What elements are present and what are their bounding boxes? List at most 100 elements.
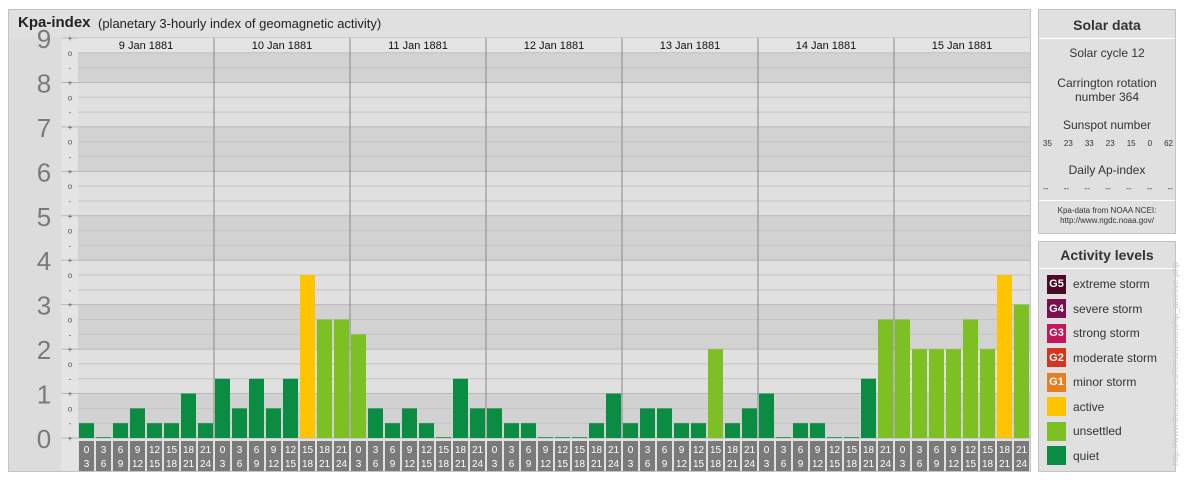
sunspot-value: 62	[1164, 139, 1173, 148]
solar-divider	[1039, 200, 1175, 201]
y-minor-label: +	[68, 434, 73, 443]
solar-data-panel: Solar data Solar cycle 12 Carrington rot…	[1038, 9, 1176, 234]
interval-start-label: 21	[1016, 445, 1028, 456]
interval-start-label: 18	[863, 445, 875, 456]
kp-bar	[368, 408, 383, 438]
kp-bar	[572, 437, 587, 438]
kp-bar	[878, 319, 893, 438]
interval-start-label: 3	[373, 445, 379, 456]
interval-end-label: 12	[540, 459, 552, 470]
day-label: 15 Jan 1881	[932, 40, 993, 52]
y-minor-label: +	[68, 256, 73, 265]
kp-bar	[232, 408, 247, 438]
kp-bar	[861, 378, 876, 438]
interval-end-label: 15	[965, 459, 977, 470]
interval-start-label: 0	[356, 445, 362, 456]
interval-end-label: 9	[662, 459, 668, 470]
y-minor-label: +	[68, 123, 73, 132]
interval-start-label: 3	[509, 445, 515, 456]
interval-end-label: 18	[574, 459, 586, 470]
interval-end-label: 21	[863, 459, 875, 470]
kp-bar	[198, 423, 213, 438]
activity-level-item: G4 severe storm	[1047, 299, 1143, 318]
interval-start-label: 3	[781, 445, 787, 456]
kp-bar	[402, 408, 417, 438]
interval-start-label: 12	[693, 445, 705, 456]
interval-start-label: 6	[934, 445, 940, 456]
y-tick-label: 5	[37, 202, 51, 232]
level-swatch: G5	[1047, 274, 1066, 294]
interval-start-label: 21	[200, 445, 212, 456]
interval-end-label: 12	[676, 459, 688, 470]
interval-start-label: 9	[407, 445, 413, 456]
interval-start-label: 21	[472, 445, 484, 456]
interval-start-label: 12	[149, 445, 161, 456]
interval-end-label: 24	[1016, 459, 1028, 470]
kp-bar	[300, 275, 315, 438]
kp-bar	[181, 393, 196, 438]
kp-bar	[776, 437, 791, 438]
interval-start-label: 0	[900, 445, 906, 456]
kp-bar	[759, 393, 774, 438]
interval-start-label: 21	[336, 445, 348, 456]
kp-bar	[1014, 304, 1029, 438]
level-label: active	[1073, 399, 1105, 414]
interval-end-label: 24	[200, 459, 212, 470]
y-minor-label: -	[69, 108, 72, 117]
interval-end-label: 3	[492, 459, 498, 470]
level-label: extreme storm	[1073, 277, 1150, 291]
kp-band	[78, 126, 1030, 172]
y-tick-label: 3	[37, 291, 51, 321]
kp-bar	[521, 423, 536, 438]
interval-end-label: 3	[900, 459, 906, 470]
y-minor-label: -	[69, 375, 72, 384]
interval-end-label: 6	[509, 459, 515, 470]
level-swatch: G4	[1047, 299, 1066, 318]
interval-end-label: 12	[948, 459, 960, 470]
kp-bar	[555, 437, 570, 438]
activity-levels-panel: Activity levels G5 extreme storm G4 severe …	[1038, 241, 1176, 472]
level-swatch	[1047, 397, 1066, 416]
y-minor-label: o	[68, 49, 73, 58]
interval-start-label: 3	[917, 445, 923, 456]
y-minor-label: +	[68, 78, 73, 87]
ap-index-values: -- -- -- -- -- -- --	[1043, 184, 1173, 193]
interval-end-label: 21	[319, 459, 331, 470]
kp-bar	[283, 378, 298, 438]
interval-start-label: 18	[999, 445, 1011, 456]
interval-start-label: 3	[101, 445, 107, 456]
level-swatch	[1047, 446, 1066, 465]
kp-bar	[96, 437, 111, 438]
interval-end-label: 9	[526, 459, 532, 470]
interval-start-label: 0	[220, 445, 226, 456]
kp-bar	[691, 423, 706, 438]
day-label: 11 Jan 1881	[388, 40, 448, 52]
y-minor-label: -	[69, 330, 72, 339]
ap-value: --	[1063, 184, 1070, 193]
ap-value: --	[1043, 184, 1049, 193]
activity-levels-title: Activity levels	[1060, 247, 1154, 263]
interval-end-label: 24	[336, 459, 348, 470]
ap-index-title: Daily Ap-index	[1068, 163, 1146, 177]
interval-end-label: 18	[982, 459, 994, 470]
level-label: severe storm	[1073, 301, 1143, 316]
activity-level-item: G5 extreme storm	[1047, 274, 1150, 294]
levels-divider	[1039, 268, 1175, 269]
ap-value: --	[1126, 184, 1132, 193]
interval-start-label: 3	[237, 445, 243, 456]
kp-bar	[963, 319, 978, 438]
kp-band	[78, 215, 1030, 261]
kp-band	[78, 171, 1030, 216]
interval-end-label: 15	[829, 459, 841, 470]
day-label: 13 Jan 1881	[660, 40, 721, 52]
y-tick-label: 2	[37, 335, 51, 365]
solar-divider	[1039, 38, 1175, 39]
interval-end-label: 12	[812, 459, 824, 470]
interval-end-label: 21	[591, 459, 603, 470]
interval-end-label: 3	[628, 459, 634, 470]
interval-end-label: 6	[917, 459, 923, 470]
interval-start-label: 15	[574, 445, 586, 456]
kp-bar	[436, 437, 451, 438]
kpa-bar-chart: 0123456789+-o+-o+-o+-o+-o+-o+-o+-o+-o+9 …	[9, 24, 1030, 471]
y-minor-label: o	[68, 227, 73, 236]
